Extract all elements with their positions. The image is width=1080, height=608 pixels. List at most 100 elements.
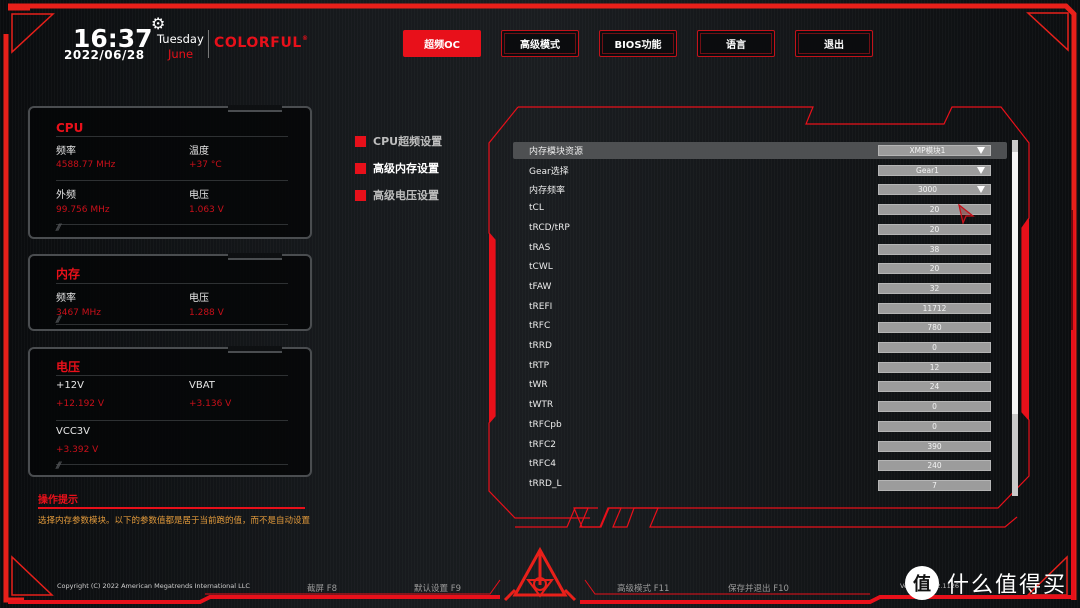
voltage-12v-label: +12V	[56, 380, 84, 391]
setting-row[interactable]: tRFC4 240	[513, 457, 1007, 474]
clock-weekday: Tuesday	[157, 32, 204, 46]
footer-screenshot-f8[interactable]: 截屏 F8	[307, 582, 337, 594]
setting-value: 38	[929, 244, 940, 254]
clock-date: 2022/06/28	[64, 48, 145, 62]
setting-name: tFAW	[529, 281, 552, 292]
setting-name: tRTP	[529, 360, 550, 371]
mouse-cursor-icon	[958, 204, 975, 224]
setting-name: tRFC2	[529, 439, 556, 450]
setting-row[interactable]: Gear选择 Gear1	[513, 162, 1007, 179]
setting-row[interactable]: 内存模块资源 XMP模块1	[513, 142, 1007, 159]
setting-row[interactable]: tFAW 32	[513, 280, 1007, 297]
left-frame-bar	[3, 34, 24, 603]
setting-value: 20	[929, 264, 940, 274]
setting-value: 24	[929, 382, 940, 392]
voltage-vbat-label: VBAT	[189, 380, 215, 391]
memory-panel: 内存 频率 3467 MHz 电压 1.288 V ///	[28, 253, 312, 331]
setting-row[interactable]: 内存频率 3000	[513, 181, 1007, 198]
setting-value-input[interactable]: 390	[878, 440, 991, 452]
setting-dropdown[interactable]: Gear1	[878, 164, 991, 176]
settings-scrollbar[interactable]	[1012, 140, 1018, 496]
dropdown-arrow-icon[interactable]	[977, 186, 985, 194]
setting-value: Gear1	[916, 165, 939, 175]
tab-exit[interactable]: 退出	[795, 30, 873, 57]
cpu-frequency-value: 4588.77 MHz	[56, 160, 116, 170]
submenu-label: CPU超频设置	[373, 135, 443, 148]
setting-row[interactable]: tRFCpb 0	[513, 418, 1007, 435]
top-left-triangle	[11, 13, 55, 54]
setting-row[interactable]: tCWL 20	[513, 260, 1007, 277]
setting-name: 内存模块资源	[529, 147, 584, 157]
setting-row[interactable]: tWTR 0	[513, 398, 1007, 415]
cpu-bclk-value: 99.756 MHz	[56, 205, 110, 215]
tab-language[interactable]: 语言	[697, 30, 775, 57]
bullet-square-icon	[355, 189, 366, 201]
submenu-cpu-oc[interactable]: CPU超频设置	[355, 133, 442, 149]
dropdown-arrow-icon[interactable]	[977, 147, 985, 154]
panel-decoration: ///	[56, 461, 61, 471]
setting-value-input[interactable]: 20	[878, 223, 991, 235]
setting-value-input[interactable]: 7	[878, 479, 991, 491]
setting-value-input[interactable]: 24	[878, 381, 991, 393]
setting-name: tWTR	[529, 400, 554, 411]
setting-name: tRRD_L	[529, 478, 562, 489]
tab-bios-features[interactable]: BIOS功能	[599, 30, 677, 57]
voltage-panel-title: 电压	[56, 360, 81, 374]
setting-row[interactable]: tRAS 38	[513, 241, 1007, 258]
setting-name: tRFCpb	[529, 419, 562, 430]
tab-advanced-mode[interactable]: 高级模式	[501, 30, 579, 57]
setting-name: tRRD	[529, 341, 552, 351]
setting-row[interactable]: tRRD 0	[513, 339, 1007, 356]
setting-name: tWR	[529, 380, 548, 391]
setting-value-input[interactable]: 780	[878, 322, 991, 334]
memory-frequency-label: 频率	[56, 293, 76, 304]
setting-row[interactable]: tRFC 780	[513, 319, 1007, 336]
setting-value-input[interactable]: 38	[878, 243, 991, 255]
setting-name: tRFC4	[529, 459, 556, 470]
setting-row[interactable]: tRCD/tRP 20	[513, 221, 1007, 238]
setting-dropdown[interactable]: 3000	[878, 184, 991, 196]
setting-value-input[interactable]: 0	[878, 342, 991, 353]
setting-row[interactable]: tRTP 12	[513, 359, 1007, 376]
submenu-advanced-memory[interactable]: 高级内存设置	[355, 160, 439, 176]
setting-value-input[interactable]: 0	[878, 401, 991, 413]
setting-value: 390	[927, 441, 942, 451]
setting-value-input[interactable]: 32	[878, 282, 991, 294]
cpu-temperature-label: 温度	[189, 146, 209, 157]
setting-row[interactable]: tWR 24	[513, 378, 1007, 395]
wave-decoration	[515, 507, 1018, 528]
panel-decoration: ///	[56, 315, 61, 325]
gear-icon[interactable]: ⚙	[151, 14, 165, 33]
scrollbar-thumb[interactable]	[1012, 152, 1018, 414]
footer-advanced-f11[interactable]: 高级模式 F11	[617, 582, 669, 594]
setting-value: 12	[929, 362, 940, 372]
submenu-advanced-voltage[interactable]: 高级电压设置	[355, 187, 439, 203]
setting-value: 7	[932, 480, 937, 490]
voltage-panel: 电压 +12V +12.192 V VBAT +3.136 V VCC3V +3…	[28, 346, 312, 477]
setting-row[interactable]: tRRD_L 7	[513, 477, 1007, 494]
setting-name: tCWL	[529, 262, 553, 273]
footer-save-exit-f10[interactable]: 保存并退出 F10	[728, 582, 789, 594]
cpu-bclk-label: 外频	[56, 190, 76, 201]
hint-divider	[38, 507, 305, 509]
setting-value-input[interactable]: 0	[878, 420, 991, 432]
voltage-vbat-value: +3.136 V	[189, 399, 232, 409]
setting-value-input[interactable]: 20	[878, 263, 991, 275]
setting-name: tRAS	[529, 242, 551, 253]
bullet-square-icon	[355, 135, 366, 147]
tab-overclock[interactable]: 超频OC	[403, 30, 481, 57]
setting-row[interactable]: tRFC2 390	[513, 438, 1007, 455]
setting-value-input[interactable]: 240	[878, 460, 991, 472]
setting-row[interactable]: tCL 20	[513, 201, 1007, 218]
setting-value-input[interactable]: 12	[878, 361, 991, 373]
submenu-label: 高级内存设置	[373, 162, 439, 175]
setting-row[interactable]: tREFI 11712	[513, 300, 1007, 317]
cpu-panel: CPU 频率 4588.77 MHz 温度 +37 °C 外频 99.756 M…	[28, 105, 312, 239]
dropdown-arrow-icon[interactable]	[977, 166, 985, 174]
colorful-emblem-icon	[503, 546, 577, 602]
setting-value: XMP模块1	[909, 146, 946, 155]
setting-value-input[interactable]: 11712	[878, 302, 991, 314]
setting-value: 0	[932, 402, 937, 412]
setting-dropdown[interactable]: XMP模块1	[878, 145, 991, 156]
footer-default-f9[interactable]: 默认设置 F9	[414, 582, 461, 594]
